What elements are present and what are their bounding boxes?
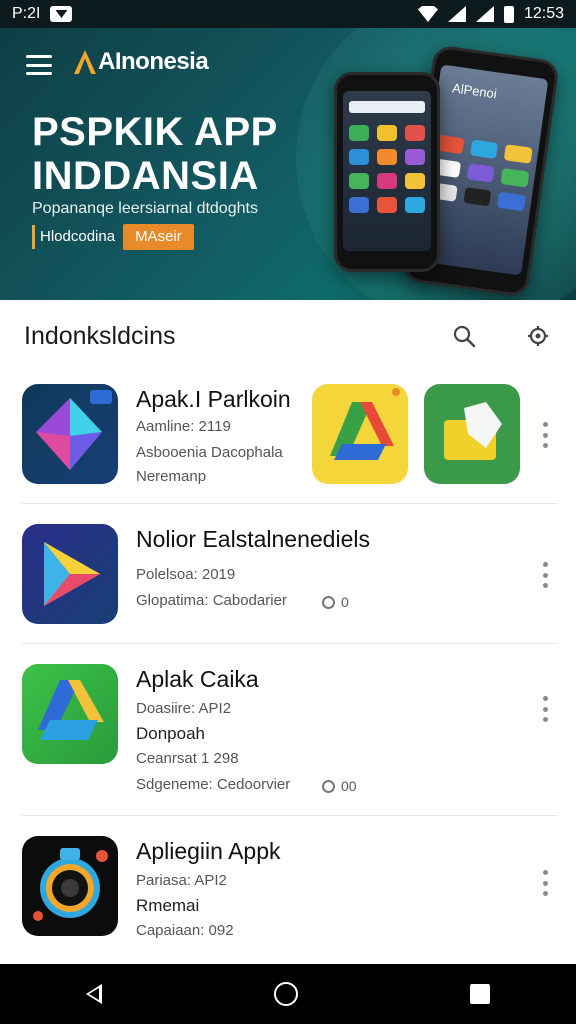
clock-icon xyxy=(322,779,335,793)
hero-banner: AInonesia PSPKIK APP INDDANSIA Popananqe… xyxy=(0,28,576,300)
app-category: Rmemai xyxy=(136,896,200,915)
list-item[interactable]: Aplak Caika Doasiire: API2 Donpoah Ceanr… xyxy=(0,654,576,816)
app-name: Nolior Ealstalnenediels xyxy=(136,526,370,552)
more-options-icon[interactable] xyxy=(540,870,550,896)
app-icon-gem xyxy=(22,384,118,484)
more-options-icon[interactable] xyxy=(540,562,550,588)
more-options-icon[interactable] xyxy=(540,422,550,448)
hero-chip: Hlodcodina xyxy=(32,225,115,249)
hero-cta-button[interactable]: MAseir xyxy=(123,224,194,250)
brand-mark-icon xyxy=(74,50,96,74)
app-size: Capaiaan: 092 xyxy=(136,922,234,939)
app-version: Pariasa: API2 xyxy=(136,872,227,889)
app-developer: Sdgeneme: Cedoorvier xyxy=(136,776,291,793)
wifi-icon xyxy=(417,6,438,22)
app-version: Polelsoa: 2019 xyxy=(136,566,236,583)
list-item[interactable]: Nolior Ealstalnenediels Polelsoa: 2019 G… xyxy=(0,514,576,644)
phone-illustration-front xyxy=(334,72,440,272)
app-stat: 00 xyxy=(322,778,357,794)
app-category: Glopatima: Cabodarier xyxy=(136,592,287,609)
app-developer: Neremanp xyxy=(136,468,207,485)
back-icon[interactable] xyxy=(86,984,102,1004)
app-icon-drive xyxy=(22,664,118,764)
hero-actions: Hlodcodina MAseir xyxy=(32,224,194,250)
hero-title-line1: PSPKIK APP xyxy=(32,110,278,154)
more-options-icon[interactable] xyxy=(540,696,550,722)
settings-icon[interactable] xyxy=(526,324,550,348)
app-icon-drive-yellow[interactable] xyxy=(312,384,408,484)
hero-subtitle: Popananqe leersiarnal dtdoghts xyxy=(32,200,258,217)
app-icon-play xyxy=(22,524,118,624)
section-title: Indonksldcins xyxy=(24,322,176,350)
section-header: Indonksldcins xyxy=(0,300,576,374)
signal-icon xyxy=(447,6,466,22)
app-stat: 0 xyxy=(322,594,349,610)
app-stat-value: 00 xyxy=(341,778,357,794)
app-stat-value: 0 xyxy=(341,594,349,610)
divider xyxy=(22,643,558,644)
app-category: Donpoah xyxy=(136,724,206,743)
search-icon[interactable] xyxy=(452,324,476,348)
app-name: Apak.I Parlkoin xyxy=(136,386,291,412)
divider xyxy=(22,815,558,816)
app-category: Asbooenia Dacophala xyxy=(136,444,283,461)
app-size: Ceanrsat 1 298 xyxy=(136,750,239,767)
battery-icon xyxy=(503,5,514,23)
clock-icon xyxy=(322,595,335,609)
list-item[interactable]: Apak.I Parlkoin Aamline: 2119 Asbooenia … xyxy=(0,374,576,504)
app-name: Aplak Caika xyxy=(136,666,259,692)
phone-screen-text: AlPenoi xyxy=(451,80,498,102)
app-name: Apliegiin Appk xyxy=(136,838,281,864)
signal-icon-secondary xyxy=(475,6,494,22)
app-icon-camera xyxy=(22,836,118,936)
list-item[interactable]: Apliegiin Appk Pariasa: API2 Rmemai Capa… xyxy=(0,826,576,964)
status-bar: P:2I 12:53 xyxy=(0,0,576,28)
status-left-text: P:2I xyxy=(12,5,41,22)
recent-apps-icon[interactable] xyxy=(470,984,490,1004)
hamburger-menu-icon[interactable] xyxy=(26,55,52,75)
hero-title-line2: INDDANSIA xyxy=(32,154,259,198)
status-time: 12:53 xyxy=(523,5,564,22)
app-version: Aamline: 2119 xyxy=(136,418,231,435)
app-icon-folder-green[interactable] xyxy=(424,384,520,484)
notification-icon xyxy=(50,6,73,22)
brand-logo[interactable]: AInonesia xyxy=(74,48,209,76)
app-version: Doasiire: API2 xyxy=(136,700,232,717)
system-nav-bar xyxy=(0,964,576,1024)
hero-title: PSPKIK APP INDDANSIA xyxy=(32,110,278,198)
brand-name: AInonesia xyxy=(98,48,209,75)
home-icon[interactable] xyxy=(274,982,298,1006)
divider xyxy=(22,503,558,504)
